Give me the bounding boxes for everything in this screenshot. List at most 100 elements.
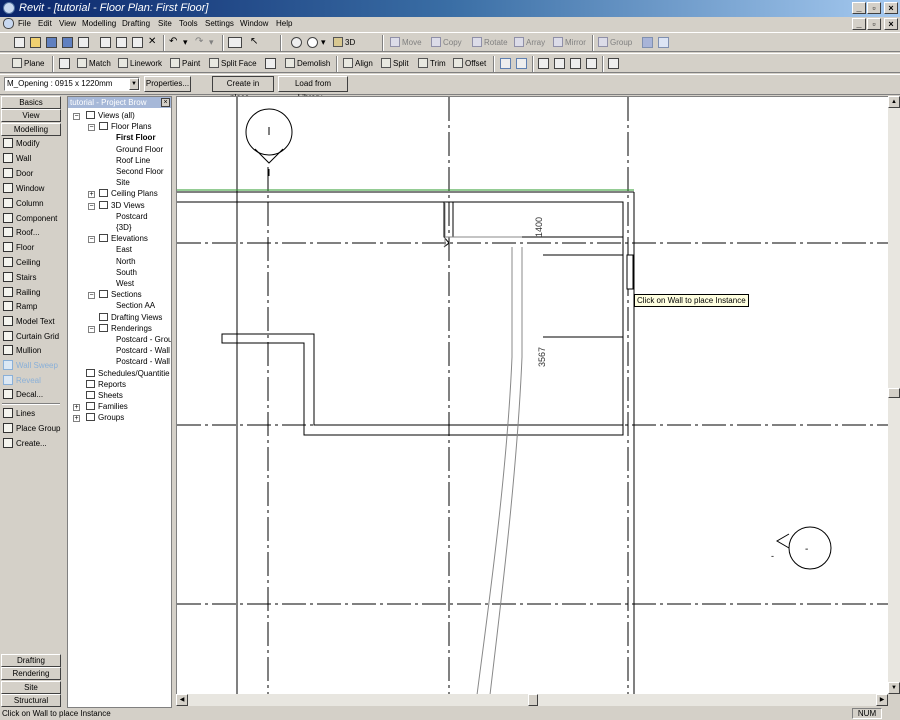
move-button[interactable]: Move — [390, 35, 422, 51]
copy-clipboard-icon[interactable] — [116, 37, 127, 48]
tool-component[interactable]: Component — [3, 212, 57, 226]
tool-railing[interactable]: Railing — [3, 286, 40, 300]
expand-icon[interactable]: + — [88, 191, 95, 199]
browser-node[interactable]: Drafting Views — [99, 312, 162, 323]
menu-view[interactable]: View — [59, 18, 76, 30]
type-selector[interactable]: M_Opening : 0915 x 1220mm ▼ — [4, 77, 140, 91]
expand-icon[interactable]: + — [73, 404, 80, 412]
doc-restore-button[interactable]: ▫ — [867, 18, 881, 30]
zoom-options-icon[interactable]: ▾ — [321, 37, 332, 48]
dimension-1400[interactable]: 1400 — [534, 217, 544, 237]
designbar-tab-site[interactable]: Site — [1, 681, 61, 694]
browser-node[interactable]: Postcard - Grou — [116, 335, 171, 345]
load-from-library-button[interactable]: Load from Library... — [278, 76, 348, 102]
align-center-icon[interactable] — [554, 58, 565, 69]
browser-node[interactable]: Postcard — [116, 212, 148, 222]
array-button[interactable]: Array — [514, 35, 545, 51]
dimension-icon[interactable] — [516, 58, 527, 69]
horizontal-scrollbar[interactable]: ◀ ▶ — [176, 694, 888, 706]
align-button[interactable]: Align — [343, 56, 373, 72]
browser-node[interactable]: West — [116, 279, 134, 289]
restore-button[interactable]: ▫ — [867, 2, 881, 14]
drawing-area[interactable]: 1400 3567 - - — [176, 96, 889, 695]
browser-node[interactable]: Families — [86, 402, 128, 412]
designbar-tab-modelling[interactable]: Modelling — [1, 123, 61, 136]
browser-node[interactable]: Elevations — [99, 234, 148, 244]
browser-node[interactable]: Roof Line — [116, 156, 150, 166]
match-button[interactable]: Match — [77, 56, 111, 72]
cut-icon[interactable] — [100, 37, 111, 48]
close-icon[interactable]: × — [161, 98, 170, 107]
browser-node[interactable]: Ceiling Plans — [99, 189, 158, 199]
chevron-down-icon[interactable]: ▼ — [129, 78, 139, 90]
print-icon[interactable] — [78, 37, 89, 48]
pick-icon[interactable] — [59, 58, 70, 69]
designbar-tab-view[interactable]: View — [1, 109, 61, 122]
scroll-down-icon[interactable]: ▼ — [888, 682, 900, 694]
doc-close-button[interactable]: × — [884, 18, 898, 30]
scroll-left-icon[interactable]: ◀ — [176, 694, 188, 706]
scroll-up-icon[interactable]: ▲ — [888, 96, 900, 108]
redo-list-icon[interactable]: ▾ — [209, 37, 220, 48]
tool-wall[interactable]: Wall — [3, 152, 31, 166]
tool-floor[interactable]: Floor — [3, 241, 34, 255]
browser-node[interactable]: Views (all) — [86, 111, 135, 121]
zoom-icon[interactable] — [307, 37, 318, 48]
unlock-icon[interactable] — [658, 37, 669, 48]
collapse-icon[interactable]: − — [88, 124, 95, 132]
thin-lines-icon[interactable] — [228, 37, 242, 48]
redo-icon[interactable]: ↷ — [195, 37, 206, 48]
collapse-icon[interactable]: − — [88, 236, 95, 244]
document-icon[interactable] — [3, 18, 14, 29]
tag-icon[interactable] — [500, 58, 511, 69]
menu-help[interactable]: Help — [276, 18, 292, 30]
group-button[interactable]: Group — [598, 35, 632, 51]
doc-minimize-button[interactable]: _ — [852, 18, 866, 30]
designbar-tab-basics[interactable]: Basics — [1, 96, 61, 109]
tool-decal[interactable]: Decal... — [3, 388, 43, 402]
menu-settings[interactable]: Settings — [205, 18, 234, 30]
tool-ramp[interactable]: Ramp — [3, 300, 37, 314]
collapse-icon[interactable]: − — [73, 113, 80, 120]
paste-icon[interactable] — [132, 37, 143, 48]
designbar-tab-structural[interactable]: Structural — [1, 694, 61, 707]
browser-node[interactable]: South — [116, 268, 137, 278]
lock-icon[interactable] — [642, 37, 653, 48]
menu-tools[interactable]: Tools — [179, 18, 198, 30]
browser-node[interactable]: Schedules/Quantitie — [86, 368, 170, 379]
cut-geometry-icon[interactable] — [265, 58, 276, 69]
tool-roof[interactable]: Roof... — [3, 226, 40, 240]
menu-modelling[interactable]: Modelling — [82, 18, 116, 30]
create-in-place-button[interactable]: Create in place... — [212, 76, 274, 102]
browser-node[interactable]: East — [116, 245, 132, 255]
browser-node[interactable]: Groups — [86, 413, 124, 423]
browser-node[interactable]: Floor Plans — [99, 122, 151, 132]
view-icon[interactable] — [291, 37, 302, 48]
help-pointer-icon[interactable]: ↖ — [250, 37, 261, 48]
3d-view-button[interactable]: 3D — [333, 35, 355, 51]
tool-stairs[interactable]: Stairs — [3, 271, 36, 285]
dimension-3567[interactable]: 3567 — [537, 347, 547, 367]
browser-node[interactable]: Postcard - Wall — [116, 346, 170, 356]
browser-node[interactable]: Postcard - Wall — [116, 357, 170, 367]
properties-icon[interactable] — [608, 58, 619, 69]
scroll-right-icon[interactable]: ▶ — [876, 694, 888, 706]
expand-icon[interactable]: + — [73, 415, 80, 423]
demolish-button[interactable]: Demolish — [285, 56, 330, 72]
tool-door[interactable]: Door — [3, 167, 33, 181]
browser-node[interactable]: Renderings — [99, 323, 152, 334]
vertical-scroll-thumb[interactable] — [888, 388, 900, 398]
distribute-icon[interactable] — [586, 58, 597, 69]
mirror-button[interactable]: Mirror — [553, 35, 586, 51]
properties-button[interactable]: Properties... — [144, 76, 191, 92]
copy-button[interactable]: Copy — [431, 35, 462, 51]
new-icon[interactable] — [14, 37, 25, 48]
horizontal-scroll-thumb[interactable] — [528, 694, 538, 706]
menu-window[interactable]: Window — [240, 18, 268, 30]
browser-node[interactable]: First Floor — [116, 133, 156, 143]
save-icon[interactable] — [46, 37, 57, 48]
minimize-button[interactable]: _ — [852, 2, 866, 14]
tool-wall-sweep[interactable]: Wall Sweep — [3, 359, 58, 373]
plane-button[interactable]: Plane — [12, 56, 44, 72]
tool-model-text[interactable]: Model Text — [3, 315, 55, 329]
